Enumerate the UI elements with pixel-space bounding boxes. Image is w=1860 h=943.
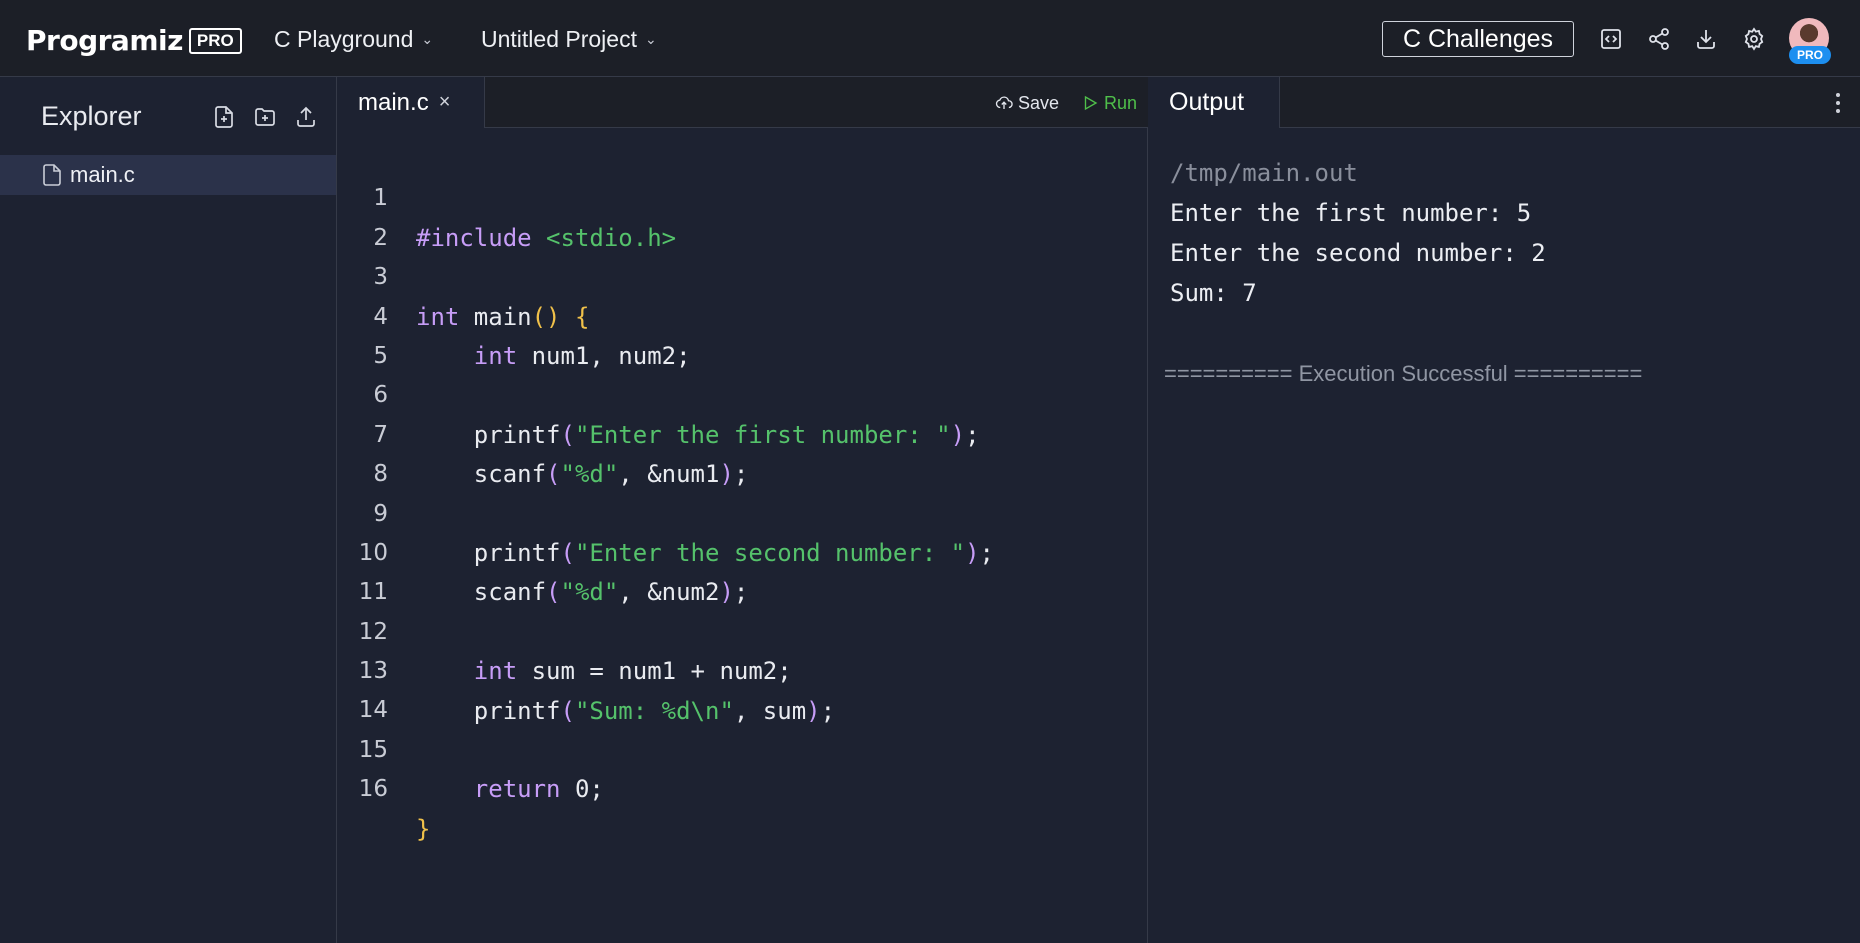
chevron-down-icon: ⌄ — [421, 30, 434, 47]
save-label: Save — [1018, 92, 1060, 113]
code-editor-panel: main.c × Save Run 1 #include <stdio.h> 2… — [338, 77, 1148, 943]
settings-icon[interactable] — [1739, 24, 1769, 54]
playground-label: C Playground — [274, 25, 414, 52]
top-bar: Programiz PRO C Playground ⌄ Untitled Pr… — [0, 0, 1860, 77]
line-number: 16 — [358, 776, 388, 803]
output-line: Sum: 7 — [1170, 279, 1257, 307]
explorer-file-main-c[interactable]: main.c — [0, 155, 336, 195]
upload-icon[interactable] — [291, 102, 321, 132]
code-line: 2 — [338, 179, 1148, 251]
chevron-down-icon: ⌄ — [644, 30, 657, 47]
output-line: Enter the first number: 5 — [1170, 199, 1532, 227]
run-label: Run — [1104, 92, 1138, 113]
code-line: 10 scanf("%d", &num2); — [338, 495, 1148, 606]
new-folder-icon[interactable] — [250, 102, 280, 132]
logo-pro-badge: PRO — [188, 28, 242, 54]
code-line: 16 } — [338, 731, 1148, 842]
code-line: 5 — [338, 298, 1148, 369]
explorer-panel: Explorer main.c — [0, 77, 337, 943]
cloud-upload-icon — [995, 96, 1013, 109]
code-line: 1 #include <stdio.h> — [338, 140, 1148, 251]
download-icon[interactable] — [1691, 24, 1721, 54]
code-line: 12 int sum = num1 + num2; — [338, 573, 1148, 685]
code-line: 9 printf("Enter the second number: "); — [338, 455, 1148, 567]
code-line: 14 — [338, 652, 1148, 723]
logo-text: Programiz — [26, 24, 183, 57]
save-button[interactable]: Save — [995, 90, 1059, 116]
tab-output[interactable]: Output — [1149, 77, 1280, 128]
code-area[interactable]: 1 #include <stdio.h> 2 3 int main() { 4 … — [338, 140, 1148, 842]
playground-dropdown[interactable]: C Playground ⌄ — [274, 22, 433, 56]
output-panel: Output /tmp/main.out Enter the first num… — [1149, 77, 1860, 943]
share-icon[interactable] — [1644, 24, 1674, 54]
code-line: 13 printf("Sum: %d\n", sum); — [338, 613, 1148, 724]
editor-tab-bar: main.c × Save Run — [338, 77, 1148, 128]
code-line: 15 return 0; — [338, 691, 1148, 803]
new-file-icon[interactable] — [209, 102, 239, 132]
embed-code-icon[interactable] — [1596, 24, 1626, 54]
play-icon — [1084, 95, 1098, 111]
close-icon[interactable]: × — [439, 91, 451, 114]
code-line: 6 printf("Enter the first number: "); — [338, 337, 1148, 448]
run-button[interactable]: Run — [1081, 90, 1137, 116]
code-line: 4 int num1, num2; — [338, 258, 1148, 370]
programiz-logo[interactable]: Programiz PRO — [26, 14, 242, 58]
avatar-pro-badge: PRO — [1789, 46, 1831, 64]
explorer-file-name: main.c — [70, 162, 135, 187]
file-icon — [43, 164, 61, 186]
output-line: /tmp/main.out — [1170, 159, 1358, 187]
project-label: Untitled Project — [481, 25, 637, 52]
project-dropdown[interactable]: Untitled Project ⌄ — [481, 22, 657, 56]
tab-main-c[interactable]: main.c × — [338, 77, 485, 128]
tab-label: main.c — [358, 88, 429, 116]
explorer-title: Explorer — [41, 101, 142, 131]
execution-status: ========== Execution Successful ========… — [1164, 361, 1643, 386]
code-line: 3 int main() { — [338, 219, 1148, 330]
output-line: Enter the second number: 2 — [1170, 239, 1546, 267]
c-challenges-button[interactable]: C Challenges — [1382, 21, 1574, 57]
code-line: 7 scanf("%d", &num1); — [338, 376, 1148, 488]
code-line: 8 — [338, 416, 1148, 487]
more-options-icon[interactable] — [1830, 91, 1846, 115]
output-tab-bar: Output — [1149, 77, 1860, 128]
output-console: /tmp/main.out Enter the first number: 5 … — [1170, 153, 1546, 313]
code-line: 11 — [338, 534, 1148, 605]
